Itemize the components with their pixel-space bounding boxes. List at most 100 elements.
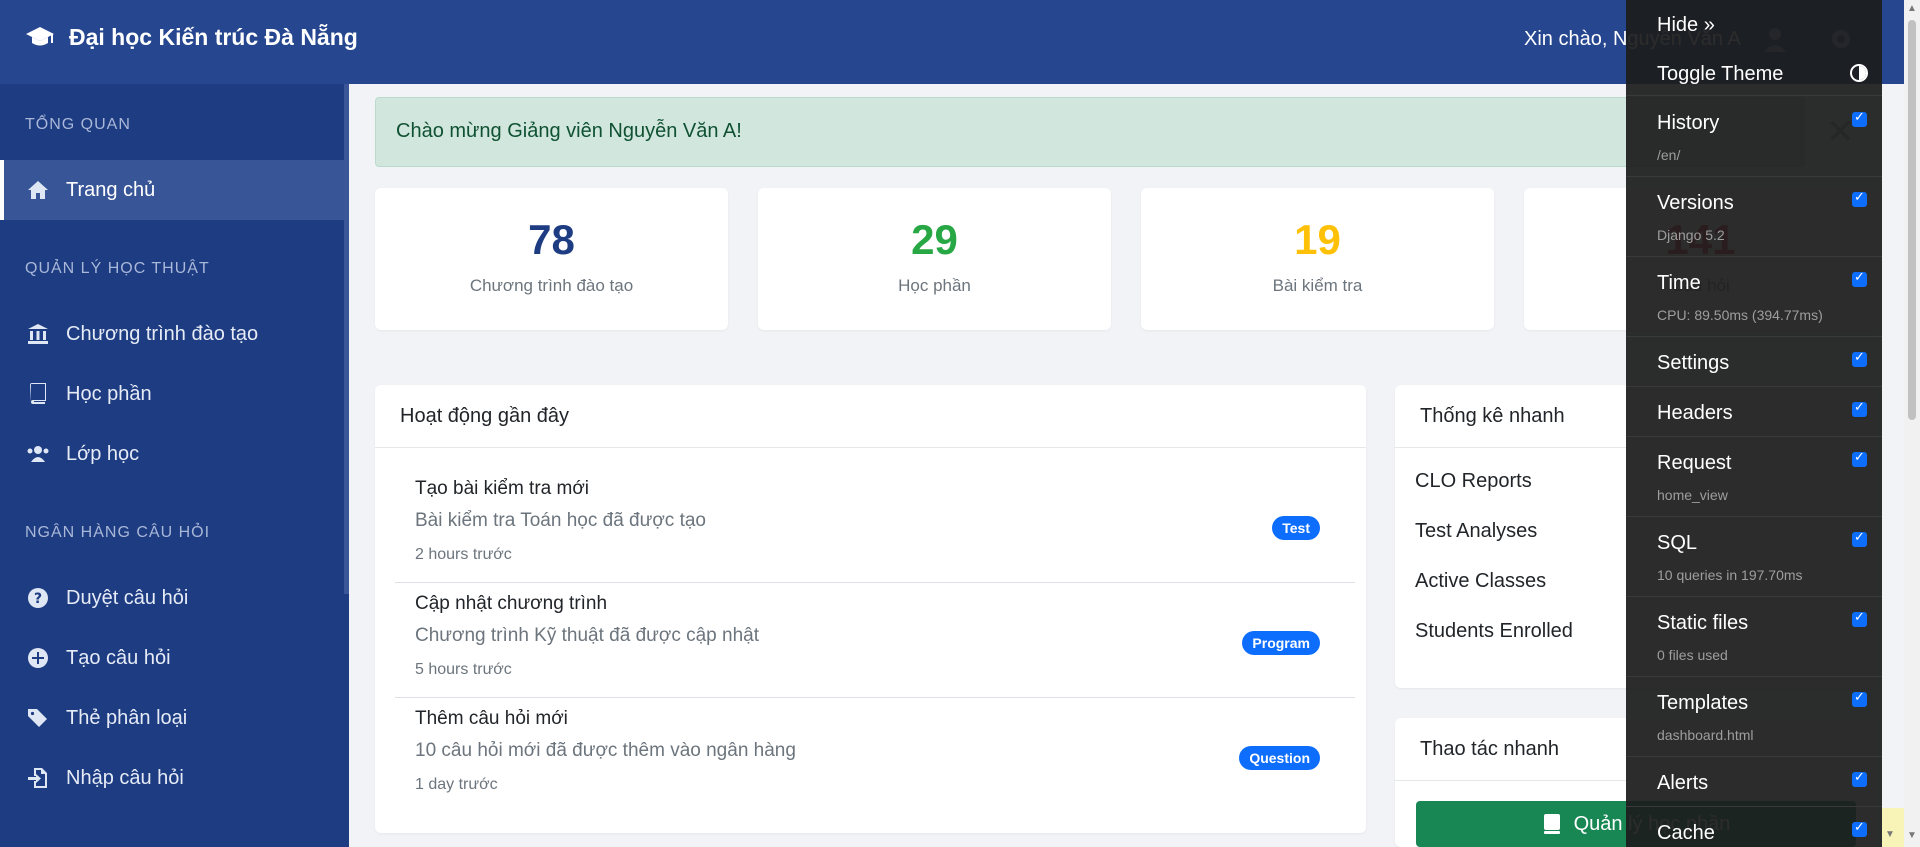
panel-sub: /en/: [1657, 147, 1681, 163]
theme-toggle-icon[interactable]: [1850, 64, 1868, 82]
panel-name: Versions: [1657, 192, 1734, 214]
activity-badge: Program: [1242, 631, 1320, 655]
users-icon: [27, 446, 49, 462]
graduation-cap-icon: [26, 26, 54, 45]
activity-title: Thêm câu hỏi mới: [415, 708, 568, 729]
sidebar-scrollbar[interactable]: [344, 84, 349, 594]
list-item[interactable]: Cập nhật chương trình Chương trình Kỹ th…: [415, 593, 1340, 708]
panel-checkbox[interactable]: [1852, 449, 1867, 467]
quick-stat-row: Active Classes: [1415, 570, 1547, 592]
stat-value: 19: [1294, 216, 1341, 263]
sidebar-item-create-question[interactable]: Tạo câu hỏi: [0, 628, 344, 688]
panel-history[interactable]: History /en/: [1626, 97, 1882, 177]
sidebar-item-tags[interactable]: Thẻ phân loại: [0, 688, 344, 748]
sidebar-item-courses[interactable]: Học phần: [0, 364, 344, 424]
divider: [395, 697, 1355, 698]
panel-name: History: [1657, 112, 1720, 134]
panel-time[interactable]: Time CPU: 89.50ms (394.77ms): [1626, 257, 1882, 337]
activity-title: Tạo bài kiểm tra mới: [415, 478, 590, 499]
hide-toolbar-button[interactable]: Hide »: [1657, 14, 1715, 37]
sidebar-item-label: Nhập câu hỏi: [66, 766, 184, 789]
home-icon: [28, 181, 48, 199]
sidebar-item-label: Chương trình đào tạo: [66, 322, 259, 345]
panel-name: Request: [1657, 452, 1732, 474]
list-item[interactable]: Thêm câu hỏi mới 10 câu hỏi mới đã được …: [415, 708, 1340, 823]
panel-name: Static files: [1657, 612, 1749, 634]
activity-time: 5 hours trước: [415, 661, 512, 678]
scroll-up-arrow[interactable]: ▲: [1907, 3, 1917, 14]
activity-time: 2 hours trước: [415, 546, 512, 563]
plus-circle-icon: [28, 648, 48, 668]
panel-sub: 0 files used: [1657, 647, 1728, 663]
sidebar-item-classes[interactable]: Lớp học: [0, 424, 344, 484]
svg-text:?: ?: [34, 591, 42, 607]
panel-headers[interactable]: Headers: [1626, 387, 1882, 437]
debug-toolbar: Hide » Toggle Theme History /en/ Version…: [1626, 0, 1882, 847]
page-scrollbar[interactable]: ▲ ▼: [1904, 0, 1920, 847]
panel-name: Settings: [1657, 352, 1730, 374]
panel-name: Headers: [1657, 402, 1733, 424]
sidebar-item-label: Duyệt câu hỏi: [66, 586, 189, 609]
sidebar-item-label: Lớp học: [66, 442, 140, 465]
panel-templates[interactable]: Templates dashboard.html: [1626, 677, 1882, 757]
panel-versions[interactable]: Versions Django 5.2: [1626, 177, 1882, 257]
stat-card-tests: 19 Bài kiểm tra: [1141, 188, 1494, 330]
panel-sub: home_view: [1657, 487, 1728, 503]
sidebar: TỔNG QUAN Trang chủ QUẢN LÝ HỌC THUẬT Ch…: [0, 84, 349, 847]
panel-checkbox[interactable]: [1852, 349, 1867, 367]
stat-value: 78: [528, 216, 575, 263]
stat-value: 29: [911, 216, 958, 263]
activity-badge: Test: [1272, 516, 1320, 540]
sidebar-item-review-questions[interactable]: ? Duyệt câu hỏi: [0, 568, 344, 628]
sidebar-item-programs[interactable]: Chương trình đào tạo: [0, 304, 344, 364]
panel-sub: CPU: 89.50ms (394.77ms): [1657, 307, 1823, 323]
brand[interactable]: Đại học Kiến trúc Đà Nẵng: [25, 24, 358, 51]
panel-name: Cache: [1657, 822, 1715, 844]
panel-name: Time: [1657, 272, 1701, 294]
toggle-theme-button[interactable]: Toggle Theme: [1626, 52, 1882, 96]
panel-checkbox[interactable]: [1852, 819, 1867, 837]
scrollbar-thumb[interactable]: [1908, 20, 1916, 420]
scroll-down-arrow[interactable]: ▼: [1907, 830, 1917, 841]
panel-checkbox[interactable]: [1852, 689, 1867, 707]
panel-checkbox[interactable]: [1852, 529, 1867, 547]
panel-name: Templates: [1657, 692, 1749, 714]
sidebar-item-home[interactable]: Trang chủ: [0, 160, 344, 220]
quick-stat-row: Students Enrolled: [1415, 620, 1573, 642]
panel-request[interactable]: Request home_view: [1626, 437, 1882, 517]
university-icon: [28, 324, 48, 344]
welcome-alert-text: Chào mừng Giảng viên Nguyễn Văn A!: [396, 120, 742, 142]
sidebar-item-label: Học phần: [66, 382, 152, 405]
panel-alerts[interactable]: Alerts: [1626, 757, 1882, 807]
list-item[interactable]: Tạo bài kiểm tra mới Bài kiểm tra Toán h…: [415, 478, 1340, 593]
sidebar-item-import-questions[interactable]: Nhập câu hỏi: [0, 748, 344, 808]
panel-checkbox[interactable]: [1852, 769, 1867, 787]
panel-checkbox[interactable]: [1852, 269, 1867, 287]
activity-time: 1 day trước: [415, 776, 498, 793]
panel-cache[interactable]: Cache: [1626, 807, 1882, 847]
brand-title: Đại học Kiến trúc Đà Nẵng: [69, 24, 358, 50]
panel-settings[interactable]: Settings: [1626, 337, 1882, 387]
panel-checkbox[interactable]: [1852, 189, 1867, 207]
activity-desc: Bài kiểm tra Toán học đã được tạo: [415, 510, 706, 531]
panel-sql[interactable]: SQL 10 queries in 197.70ms: [1626, 517, 1882, 597]
recent-activity-card: Hoạt động gần đây Tạo bài kiểm tra mới B…: [375, 385, 1366, 833]
activity-desc: Chương trình Kỹ thuật đã được cập nhật: [415, 625, 759, 646]
stat-label: Chương trình đào tạo: [469, 276, 634, 295]
panel-sub: dashboard.html: [1657, 727, 1754, 743]
panel-checkbox[interactable]: [1852, 399, 1867, 417]
scroll-down-arrow[interactable]: ▼: [1885, 829, 1895, 840]
tags-icon: [28, 709, 47, 727]
panel-checkbox[interactable]: [1852, 609, 1867, 627]
file-import-icon: [28, 768, 47, 788]
panel-sub: Django 5.2: [1657, 227, 1725, 243]
activity-title: Cập nhật chương trình: [415, 593, 608, 614]
panel-static-files[interactable]: Static files 0 files used: [1626, 597, 1882, 677]
scroll-corner: [1882, 808, 1904, 847]
stat-card-programs: 78 Chương trình đào tạo: [375, 188, 728, 330]
panel-checkbox[interactable]: [1852, 109, 1867, 127]
panel-name: Toggle Theme: [1657, 63, 1784, 85]
activity-desc: 10 câu hỏi mới đã được thêm vào ngân hàn…: [415, 740, 796, 761]
sidebar-section-academic: QUẢN LÝ HỌC THUẬT: [25, 260, 210, 277]
sidebar-item-label: Tạo câu hỏi: [66, 646, 171, 669]
